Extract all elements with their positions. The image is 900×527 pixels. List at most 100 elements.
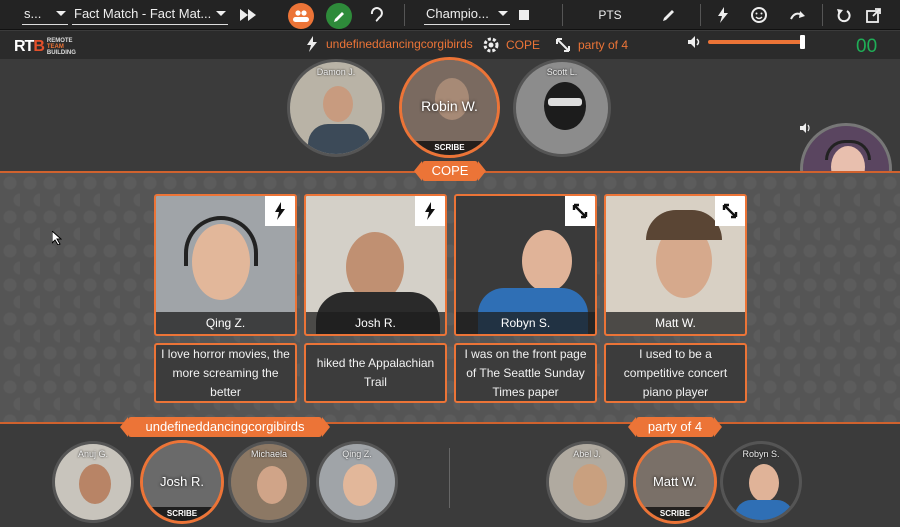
lightning-icon [425, 202, 435, 220]
fact-text-box[interactable]: hiked the Appalachian Trail [304, 343, 447, 403]
people-button[interactable] [288, 3, 314, 29]
category-label: COPE [414, 161, 486, 181]
redo-icon [790, 11, 805, 20]
fact-text: I used to be a competitive concert piano… [623, 346, 728, 399]
party-name: party of 4 [578, 38, 629, 52]
team-member-avatar[interactable]: Abel J. [546, 441, 628, 523]
toolbar-divider [700, 4, 701, 26]
player-avatar-active[interactable]: Robin W. SCRIBE [399, 57, 500, 158]
team-label: undefineddancingcorgibirds [120, 417, 330, 437]
score-display: 00 [856, 36, 878, 57]
scribe-badge: SCRIBE [636, 507, 714, 521]
scribe-badge: SCRIBE [143, 507, 221, 521]
logo-text: REMOTE TEAM BUILDING [47, 38, 76, 56]
stop-icon [519, 10, 529, 20]
chevron-down-icon [498, 11, 508, 16]
card-name: Qing Z. [156, 312, 295, 334]
team-member-avatar[interactable]: Robyn S. [720, 441, 802, 523]
listen-button[interactable] [362, 0, 390, 30]
game-select-value: Fact Match - Fact Mat... [74, 6, 212, 21]
lightning-button[interactable] [710, 0, 736, 30]
card-badge [715, 196, 745, 226]
mode-select[interactable]: s... [22, 3, 68, 25]
volume-slider-thumb[interactable] [800, 35, 805, 49]
fact-text: I love horror movies, the more screaming… [161, 346, 290, 399]
card-badge [265, 196, 295, 226]
card-badge [565, 196, 595, 226]
board-select-value: Champio... [426, 6, 489, 21]
game-board [0, 171, 900, 424]
volume-control [688, 36, 702, 48]
team-label: party of 4 [628, 417, 722, 437]
face-button[interactable] [746, 0, 772, 30]
teams-divider [449, 448, 450, 508]
team-member-avatar[interactable]: Anuj G. [52, 441, 134, 523]
open-external-icon [865, 7, 881, 23]
reset-button[interactable] [830, 0, 856, 30]
fast-forward-button[interactable] [236, 0, 260, 30]
volume-icon [800, 123, 810, 133]
team-member-avatar-active[interactable]: Josh R. SCRIBE [140, 440, 224, 524]
card-badge [415, 196, 445, 226]
balaclava-shape [544, 82, 586, 130]
lightning-icon [275, 202, 285, 220]
gear-icon [483, 37, 499, 53]
people-icon [293, 10, 309, 22]
member-name: Anuj G. [77, 449, 108, 459]
edit-button[interactable] [656, 0, 682, 30]
team-name: undefineddancingcorgibirds [326, 37, 473, 51]
face-shape [343, 464, 377, 506]
volume-slider-track[interactable] [708, 40, 804, 44]
logo-line: BUILDING [46, 50, 76, 56]
card-name: Josh R. [306, 312, 445, 334]
swap-arrows-icon [556, 38, 570, 52]
points-button[interactable]: PTS [590, 0, 630, 30]
lightning-icon [307, 36, 317, 52]
player-name: Damon J. [316, 67, 356, 77]
fact-text-box[interactable]: I love horror movies, the more screaming… [154, 343, 297, 403]
card-name: Robyn S. [456, 312, 595, 334]
pencil-button[interactable] [326, 3, 352, 29]
top-toolbar: s... Fact Match - Fact Mat... Champio...… [0, 0, 900, 30]
face-shape [79, 464, 111, 504]
category-name: COPE [506, 38, 541, 52]
shirt-shape [308, 124, 370, 154]
fact-text-box[interactable]: I used to be a competitive concert piano… [604, 343, 747, 403]
category-status: COPE [482, 36, 540, 54]
fact-text-box[interactable]: I was on the front page of The Seattle S… [454, 343, 597, 403]
reset-icon [836, 8, 851, 22]
chevron-down-icon [56, 11, 66, 16]
fact-text: I was on the front page of The Seattle S… [464, 346, 587, 399]
swap-arrows-icon [722, 203, 738, 219]
fact-card[interactable]: Matt W. [604, 194, 747, 336]
face-shape [749, 464, 779, 502]
player-avatar[interactable]: Damon J. [287, 59, 385, 157]
swap-arrows-icon [572, 203, 588, 219]
face-shape [257, 466, 287, 504]
team-member-avatar[interactable]: Qing Z. [316, 441, 398, 523]
rtb-logo: RTB REMOTE TEAM BUILDING [14, 38, 76, 56]
team-member-avatar[interactable]: Michaela [228, 441, 310, 523]
player-name: Scott L. [546, 67, 578, 77]
fact-card[interactable]: Qing Z. [154, 194, 297, 336]
ear-icon [370, 7, 383, 22]
cursor-icon [52, 231, 62, 245]
member-name: Qing Z. [342, 449, 372, 459]
lightning-icon [718, 7, 728, 23]
team-member-avatar-active[interactable]: Matt W. SCRIBE [633, 440, 717, 524]
smiley-icon [751, 7, 767, 23]
board-select[interactable]: Champio... [424, 3, 510, 25]
party-status: party of 4 [554, 36, 628, 54]
game-select[interactable]: Fact Match - Fact Mat... [72, 3, 228, 25]
pencil-icon [663, 10, 674, 21]
volume-icon [688, 36, 700, 48]
open-external-button[interactable] [860, 0, 886, 30]
stop-button[interactable] [514, 0, 534, 30]
fact-card[interactable]: Robyn S. [454, 194, 597, 336]
team-status: undefineddancingcorgibirds [306, 36, 473, 52]
redo-button[interactable] [784, 0, 810, 30]
player-avatar[interactable]: Scott L. [513, 59, 611, 157]
toolbar-divider [822, 4, 823, 26]
fact-card[interactable]: Josh R. [304, 194, 447, 336]
member-name: Matt W. [652, 474, 698, 490]
